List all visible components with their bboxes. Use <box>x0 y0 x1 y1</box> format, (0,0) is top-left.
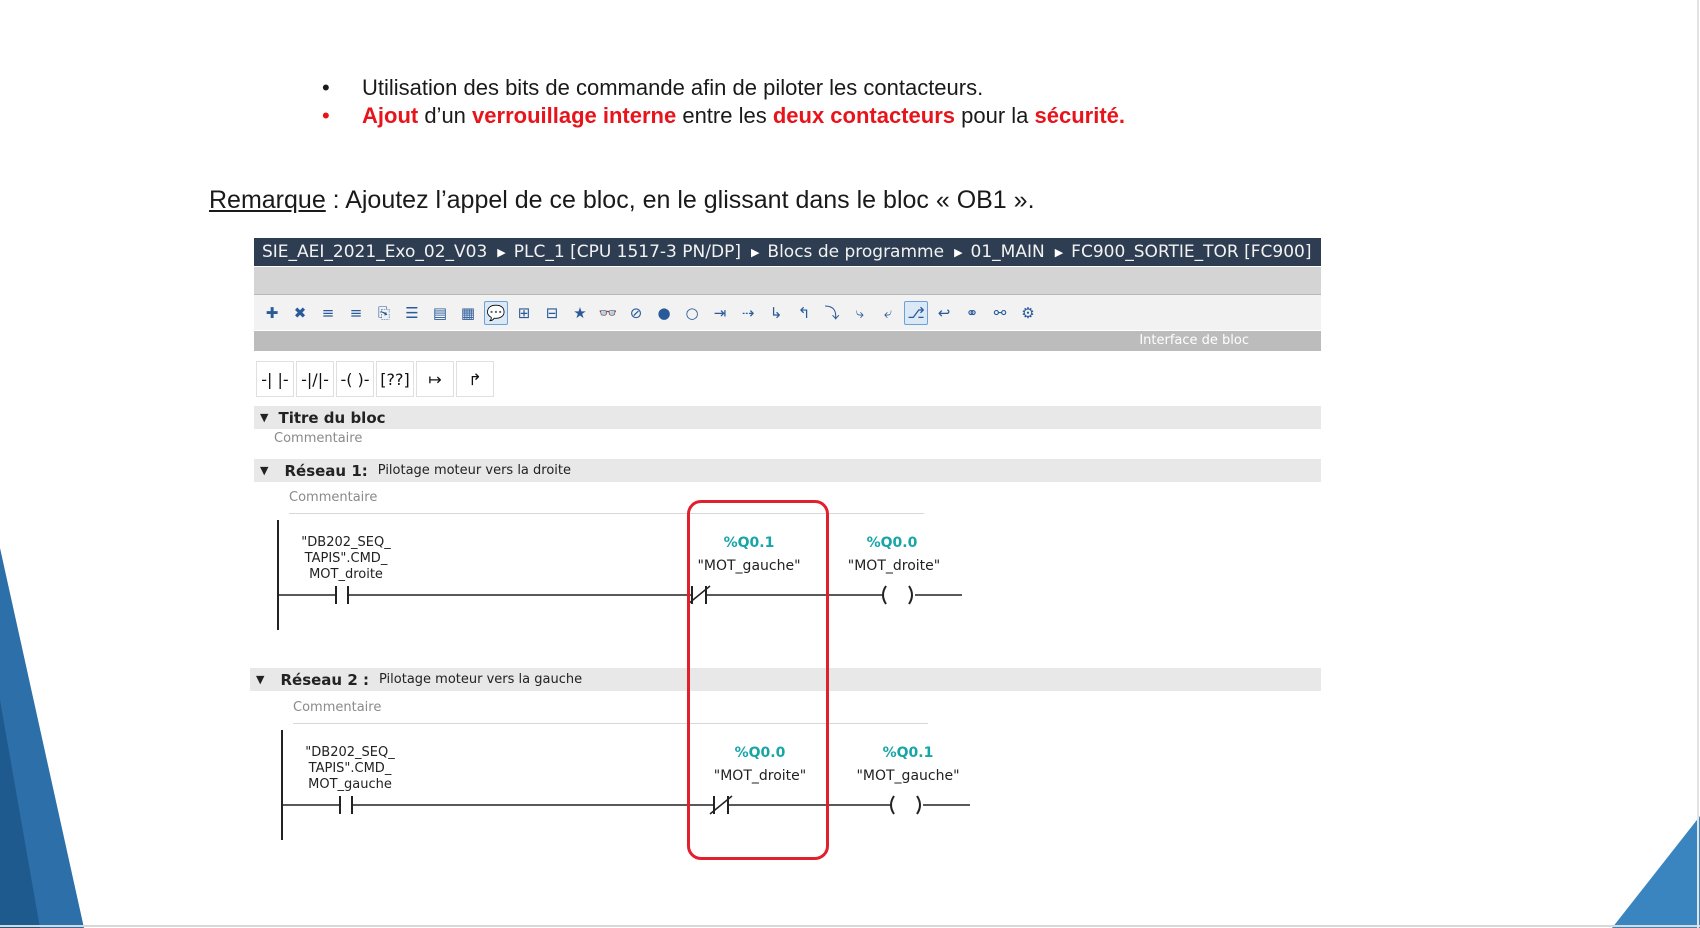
breadcrumb-project[interactable]: SIE_AEI_2021_Exo_02_V03 <box>254 242 497 262</box>
coil-address: %Q0.0 <box>867 535 918 551</box>
insert-row-icon[interactable]: ≡ <box>316 301 340 325</box>
breadcrumb-program-blocks[interactable]: Blocs de programme <box>759 242 954 262</box>
next-icon[interactable]: ⤵ <box>820 301 844 325</box>
bullet-item: • Ajout d’un verrouillage interne entre … <box>322 102 1125 130</box>
breakpoint-icon[interactable]: ● <box>652 301 676 325</box>
network-2-comment[interactable]: Commentaire <box>293 700 381 715</box>
block-title: Titre du bloc <box>278 408 386 427</box>
ladder-favorites-bar: -| |- -|/|- -( )- [??] ↦ ↱ <box>256 361 494 397</box>
absolute-operand-icon[interactable]: ▤ <box>428 301 452 325</box>
cross-ref-icon[interactable]: ⚯ <box>988 301 1012 325</box>
chevron-right-icon: ▶ <box>750 245 760 259</box>
comment-icon[interactable]: 💬 <box>484 300 508 325</box>
monitor-icon[interactable]: 👓 <box>596 301 620 325</box>
append-row-icon[interactable]: ≡ <box>344 301 368 325</box>
close-branch-tool[interactable]: ↱ <box>456 361 494 397</box>
operand-line-1[interactable]: "DB202_SEQ_ <box>301 535 391 550</box>
breakpoint-remove-icon[interactable]: ○ <box>680 301 704 325</box>
chevron-right-icon: ▶ <box>497 245 506 259</box>
settings-icon[interactable]: ⚙ <box>1016 301 1040 325</box>
insert-network-icon[interactable]: ✚ <box>260 301 284 325</box>
network-1-label: Réseau 1: <box>284 461 368 480</box>
breadcrumb-main[interactable]: 01_MAIN <box>963 242 1055 262</box>
operand-line-2[interactable]: TAPIS".CMD_ <box>304 551 388 566</box>
coil-address: %Q0.1 <box>883 745 934 761</box>
block-interface-label: Interface de bloc <box>1139 333 1249 348</box>
bullet-text: Ajout d’un verrouillage interne entre le… <box>362 103 1125 128</box>
bullet-marker: • <box>322 103 330 128</box>
coil-symbol[interactable]: "MOT_droite" <box>848 558 940 574</box>
remark-text: Remarque : Ajoutez l’appel de ce bloc, e… <box>209 186 1035 214</box>
operand-line-3[interactable]: MOT_gauche <box>308 777 392 792</box>
network-2-description: Pilotage moteur vers la gauche <box>378 672 583 687</box>
next-step-icon[interactable]: ⤷ <box>848 301 872 325</box>
jump-out-icon[interactable]: ↰ <box>792 301 816 325</box>
delete-monitor-icon[interactable]: ⊘ <box>624 301 648 325</box>
jump-in-icon[interactable]: ↳ <box>764 301 788 325</box>
editor-header-bar <box>254 267 1321 295</box>
network-2-ladder: "DB202_SEQ_ TAPIS".CMD_ MOT_gauche %Q0.0… <box>281 730 970 840</box>
chevron-right-icon: ▶ <box>954 245 963 259</box>
operand-line-2[interactable]: TAPIS".CMD_ <box>308 761 392 776</box>
network-1-description: Pilotage moteur vers la droite <box>377 463 571 478</box>
operand-line-1[interactable]: "DB202_SEQ_ <box>305 745 395 760</box>
interlock-highlight-box <box>687 500 829 860</box>
bullet-list: • Utilisation des bits de commande afin … <box>322 74 1125 130</box>
network-expand-icon[interactable]: ⊞ <box>512 301 536 325</box>
delete-network-icon[interactable]: ✖ <box>288 301 312 325</box>
collapse-triangle-icon[interactable]: ▼ <box>256 673 264 686</box>
no-contact[interactable] <box>339 796 353 814</box>
network-1-header[interactable]: ▼ Réseau 1: Pilotage moteur vers la droi… <box>254 459 1321 482</box>
coil[interactable] <box>882 585 913 605</box>
delete-row-icon[interactable]: ⎘ <box>372 301 396 325</box>
collapse-triangle-icon[interactable]: ▼ <box>260 464 268 477</box>
goto-icon[interactable]: ⇢ <box>736 301 760 325</box>
block-title-section[interactable]: ▼ Titre du bloc <box>254 406 1321 429</box>
network-2-label: Réseau 2 : <box>280 670 369 689</box>
favorites-icon[interactable]: ★ <box>568 301 592 325</box>
call-icon[interactable]: ⎇ <box>904 300 928 325</box>
return-icon[interactable]: ↩ <box>932 301 956 325</box>
chevron-right-icon: ▶ <box>1054 245 1064 259</box>
network-collapse-icon[interactable]: ⊟ <box>540 301 564 325</box>
coil[interactable] <box>890 795 921 815</box>
no-contact[interactable] <box>335 586 349 604</box>
block-comment[interactable]: Commentaire <box>274 431 362 446</box>
bullet-text: Utilisation des bits de commande afin de… <box>362 75 984 100</box>
block-interface-bar[interactable]: Interface de bloc <box>254 331 1321 351</box>
reference-icon[interactable]: ⚭ <box>960 301 984 325</box>
collapse-triangle-icon[interactable]: ▼ <box>260 411 268 424</box>
open-branch-tool[interactable]: ↦ <box>416 361 454 397</box>
operand-line-3[interactable]: MOT_droite <box>309 567 383 582</box>
prev-step-icon[interactable]: ⤶ <box>876 301 900 325</box>
nc-contact-tool[interactable]: -|/|- <box>296 361 334 397</box>
breadcrumb-block[interactable]: FC900_SORTIE_TOR [FC900] <box>1063 242 1321 262</box>
network-1-comment[interactable]: Commentaire <box>289 490 377 505</box>
network-1-ladder: "DB202_SEQ_ TAPIS".CMD_ MOT_droite %Q0.1… <box>277 520 962 630</box>
editor-toolbar: ✚ ✖ ≡ ≡ ⎘ ☰ ▤ ▦ 💬 ⊞ ⊟ ★ 👓 ⊘ ● ○ ⇥ ⇢ ↳ ↰ ⤵ ⤷ ⤶ ⎇ ↩ ⚭ ⚯ ⚙ <box>254 295 1321 330</box>
remark-label: Remarque <box>209 186 326 214</box>
bullet-marker: • <box>322 75 330 100</box>
symbolic-operand-icon[interactable]: ▦ <box>456 301 480 325</box>
breadcrumb: SIE_AEI_2021_Exo_02_V03 ▶ PLC_1 [CPU 1517… <box>254 238 1321 266</box>
coil-symbol[interactable]: "MOT_gauche" <box>856 768 959 784</box>
step-icon[interactable]: ⇥ <box>708 301 732 325</box>
breadcrumb-plc[interactable]: PLC_1 [CPU 1517-3 PN/DP] <box>506 242 751 262</box>
empty-box-tool[interactable]: [??] <box>376 361 414 397</box>
network-list-icon[interactable]: ☰ <box>400 301 424 325</box>
bullet-item: • Utilisation des bits de commande afin … <box>322 74 1125 102</box>
coil-tool[interactable]: -( )- <box>336 361 374 397</box>
no-contact-tool[interactable]: -| |- <box>256 361 294 397</box>
